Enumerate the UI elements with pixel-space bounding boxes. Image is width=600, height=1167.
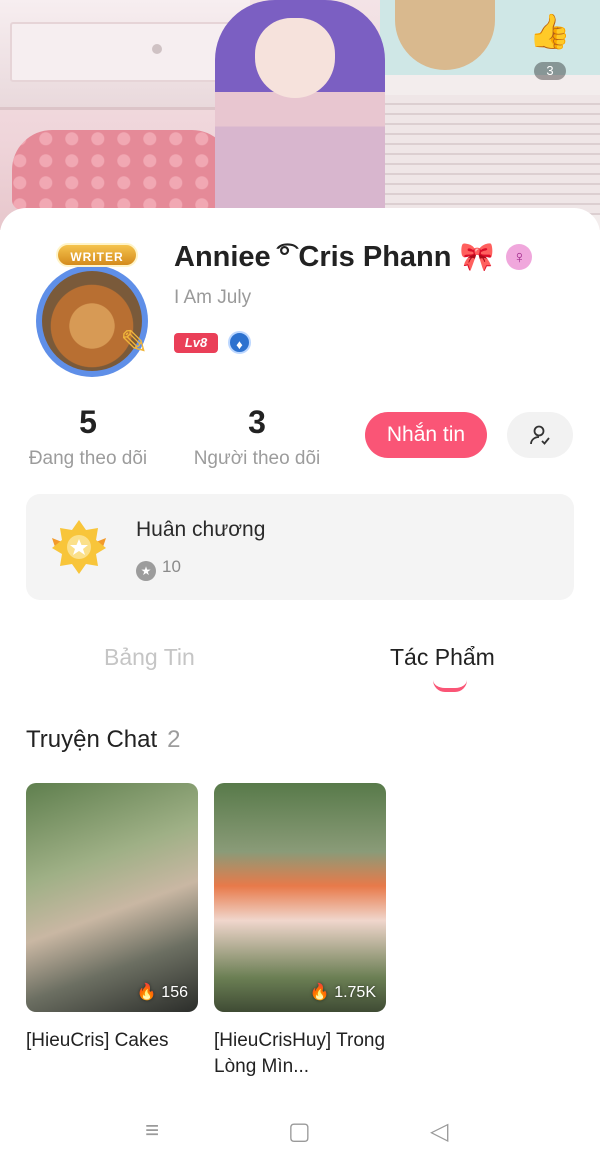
like-button[interactable]: 👍 3 [528,12,572,82]
cover-shutter [385,95,600,215]
level-badge: Lv8 [174,333,218,353]
tab-feed[interactable]: Bảng Tin [104,644,195,671]
story-card[interactable]: 🔥 1.75K [HieuCrisHuy] Trong Lòng Mìn... [214,783,386,1080]
followers-stat[interactable]: 3 Người theo dõi [190,402,324,470]
avatar[interactable]: WRITER ✎ [28,243,162,377]
medals-card[interactable]: Huân chương ★ 10 [26,494,574,600]
section-title: Truyện Chat [26,726,158,753]
story-card[interactable]: 🔥 156 [HieuCris] Cakes [26,783,198,1054]
following-label: Đang theo dõi [28,448,148,469]
cover-character-face [255,18,335,98]
follow-button[interactable] [507,412,573,458]
cover-knob [152,44,162,54]
medal-icon [52,520,106,574]
profile-bio: I Am July [174,287,252,308]
views-row: 🔥 156 [137,982,188,1002]
medals-count-row: ★ 10 [136,557,181,581]
system-navbar: ≡ ▢ ◁ [0,1097,600,1167]
user-check-icon [530,425,550,445]
section-header: Truyện Chat 2 [26,726,181,754]
diamond-icon: ♦ [228,331,251,354]
message-button[interactable]: Nhắn tin [365,412,487,458]
profile-cover-image [0,0,600,230]
followers-count: 3 [248,404,266,440]
back-triangle-icon[interactable]: ◁ [430,1117,448,1146]
profile-name: Anniee ͡° Cris Phann 🎀 ♀ [174,240,533,274]
story-thumbnail: 🔥 156 [26,783,198,1012]
flame-icon: 🔥 [136,984,157,1001]
pencil-icon: ✎ [120,324,149,362]
following-stat[interactable]: 5 Đang theo dõi [26,402,150,470]
ribbon-emoji: 🎀 [459,241,495,272]
medals-title: Huân chương [136,518,266,541]
views-count: 1.75K [334,984,376,1001]
story-title: [HieuCrisHuy] Trong Lòng Mìn... [214,1030,386,1077]
profile-name-text: Anniee ͡° Cris Phann [174,241,452,273]
thumbs-up-icon: 👍 [528,13,572,51]
cover-drawer [10,22,250,82]
star-icon: ★ [136,561,156,581]
section-count: 2 [167,726,181,753]
flame-icon: 🔥 [309,984,330,1001]
medals-count: 10 [162,557,181,576]
cover-stool [12,130,232,210]
tab-works[interactable]: Tác Phẩm [390,644,495,671]
views-row: 🔥 1.75K [310,982,376,1002]
following-count: 5 [79,404,97,440]
story-thumbnail: 🔥 1.75K [214,783,386,1012]
menu-icon[interactable]: ≡ [145,1117,159,1145]
views-count: 156 [161,984,188,1001]
female-gender-icon: ♀ [506,244,533,270]
square-icon[interactable]: ▢ [288,1117,311,1146]
followers-label: Người theo dõi [193,448,321,469]
story-title: [HieuCris] Cakes [26,1030,169,1051]
writer-badge: WRITER [56,243,138,267]
like-count: 3 [534,62,566,80]
